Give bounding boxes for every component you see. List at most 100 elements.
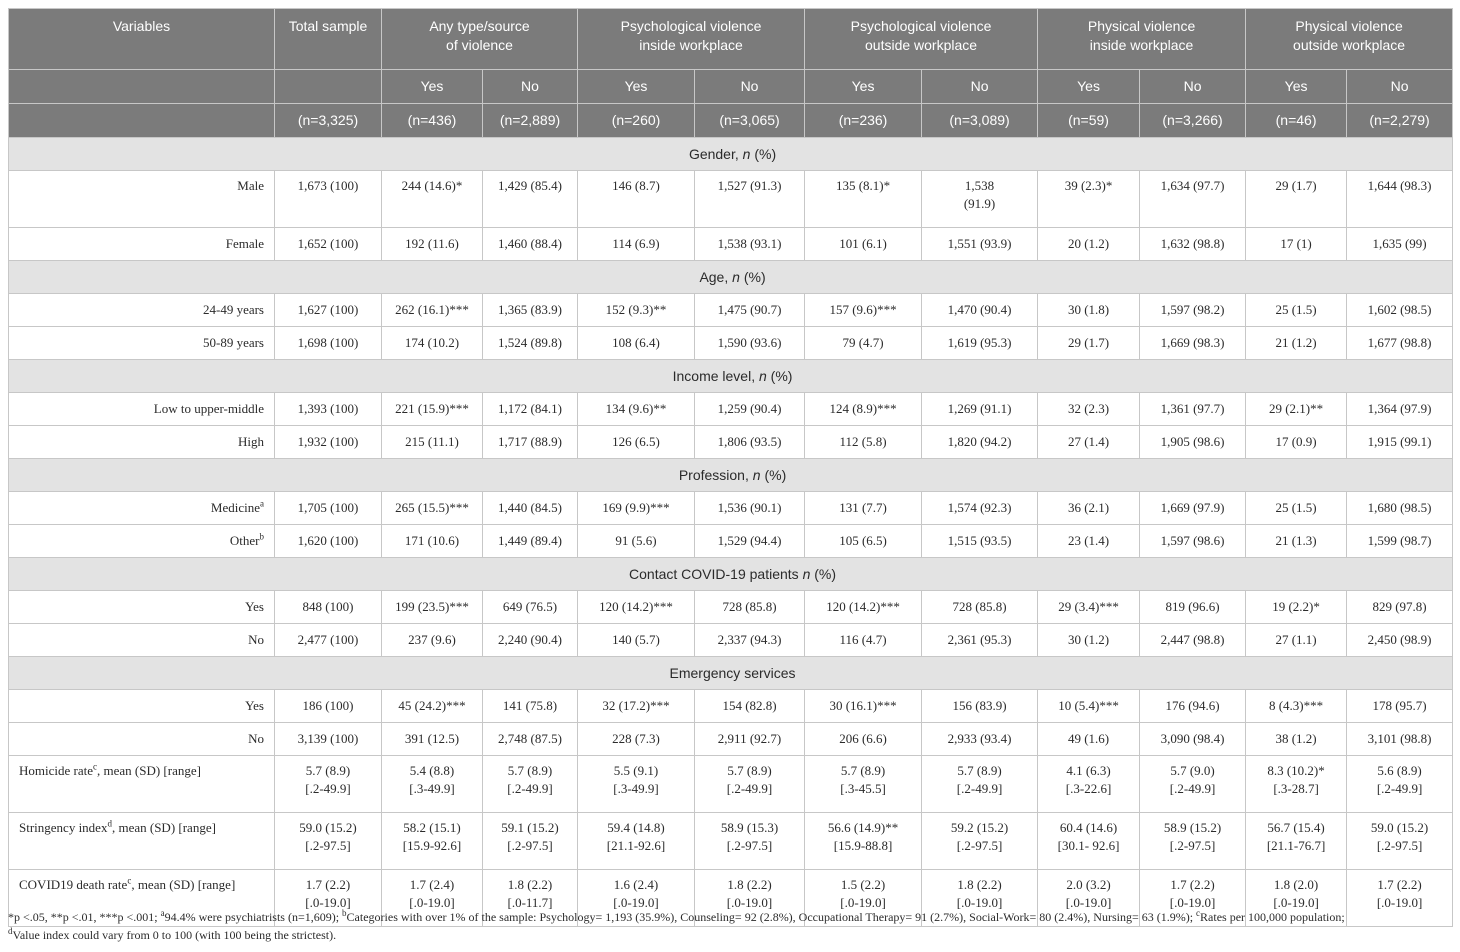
table-cell: 1,393 (100): [274, 392, 382, 426]
header-yes: Yes: [381, 69, 483, 104]
header-group-psych-inside: Psychological violence inside workplace: [577, 8, 806, 70]
row-label: Yes: [8, 590, 275, 624]
cell-mean-sd: 59.1 (15.2): [501, 820, 559, 835]
table-cell: 131 (7.7): [804, 491, 923, 525]
table-row: Medicinea 1,705 (100) 265 (15.5)*** 1,440 (…: [8, 491, 1454, 525]
table-cell: 25 (1.5): [1245, 293, 1348, 327]
table-cell: 5.4 (8.8) [.3-49.9]: [381, 755, 483, 813]
footnote-d: Value index could vary from 0 to 100 (wi…: [12, 928, 337, 942]
table-cell: 56.6 (14.9)** [15.9-88.8]: [804, 812, 923, 870]
row-label: 24-49 years: [8, 293, 275, 327]
table-cell: 1,515 (93.5): [921, 524, 1039, 558]
table-cell: 27 (1.4): [1037, 425, 1141, 459]
header-n-no: (n=3,065): [694, 103, 806, 138]
table-cell: 140 (5.7): [577, 623, 696, 657]
table-cell: 49 (1.6): [1037, 722, 1141, 756]
table-cell: 1,529 (94.4): [694, 524, 806, 558]
cell-range: [.3-49.9]: [613, 781, 659, 796]
header-group-any: Any type/source of violence: [380, 8, 579, 70]
table-cell: 2,933 (93.4): [921, 722, 1039, 756]
row-label: Homicide ratec, mean (SD) [range]: [8, 755, 275, 813]
section-header-row: Contact COVID-19 patients n (%): [7, 557, 1454, 591]
table-cell: 21 (1.3): [1245, 524, 1348, 558]
table-cell: 728 (85.8): [694, 590, 806, 624]
table-cell: 152 (9.3)**: [577, 293, 696, 327]
table-cell: 1,172 (84.1): [481, 392, 579, 426]
table-row: Yes 848 (100) 199 (23.5)*** 649 (76.5) 120 (…: [8, 590, 1454, 624]
table-cell: 186 (100): [274, 689, 382, 723]
cell-range: [15.9-92.6]: [402, 838, 462, 853]
footnote-a: 94.4% were psychiatrists (n=1,609);: [164, 910, 343, 924]
table-cell: 5.7 (9.0) [.2-49.9]: [1139, 755, 1247, 813]
header-yes: Yes: [804, 69, 923, 104]
row-label: Stringency indexd, mean (SD) [range]: [8, 812, 275, 870]
header-n-yes: (n=260): [577, 103, 696, 138]
row-label: No: [8, 623, 275, 657]
table-cell: 1,717 (88.9): [481, 425, 579, 459]
table-cell: 262 (16.1)***: [381, 293, 483, 327]
table-row-continuous: Stringency indexd, mean (SD) [range] 59.0…: [8, 812, 1454, 870]
cell-range: [.3-22.6]: [1065, 781, 1112, 796]
table-cell: 1,269 (91.1): [921, 392, 1039, 426]
table-cell: 1,551 (93.9): [921, 227, 1039, 261]
table-cell: 17 (1): [1245, 227, 1348, 261]
table-header: Variables Total sample Any type/source of…: [8, 8, 1454, 138]
table-cell: 1,698 (100): [274, 326, 382, 360]
table-cell: 124 (8.9)***: [804, 392, 923, 426]
table-cell: 1,365 (83.9): [481, 293, 579, 327]
table-cell: 5.7 (8.9) [.3-45.5]: [804, 755, 923, 813]
cell-range: [.3-28.7]: [1273, 781, 1319, 796]
header-empty: [8, 69, 275, 104]
table-cell: 2,240 (90.4): [481, 623, 579, 657]
cell-mean-sd: 60.4 (14.6): [1059, 820, 1118, 835]
table-footnote: *p <.05, **p <.01, ***p <.001; a94.4% we…: [8, 908, 1456, 944]
table-cell: 156 (83.9): [921, 689, 1039, 723]
table-cell: 2,337 (94.3): [694, 623, 806, 657]
table-cell: 59.2 (15.2) [.2-97.5]: [921, 812, 1039, 870]
cell-range: [.2-97.5]: [956, 838, 1003, 853]
table-cell: 3,090 (98.4): [1139, 722, 1247, 756]
header-n-total: (n=3,325): [274, 103, 382, 138]
table-cell: 32 (17.2)***: [577, 689, 696, 723]
header-no: No: [694, 69, 806, 104]
table-cell: 265 (15.5)***: [381, 491, 483, 525]
row-label-sup: b: [259, 531, 265, 542]
row-label: Female: [8, 227, 275, 261]
table-row: Male 1,673 (100) 244 (14.6)* 1,429 (85.4) 14…: [8, 170, 1454, 228]
header-no: No: [481, 69, 579, 104]
table-row: 50-89 years 1,698 (100) 174 (10.2) 1,524 (8…: [8, 326, 1454, 360]
cell-mean-sd: 4.1 (6.3): [1066, 763, 1111, 778]
table-cell: 45 (24.2)***: [381, 689, 483, 723]
cell-mean-sd: 5.7 (8.9): [957, 763, 1002, 778]
table-cell: 2,477 (100): [274, 623, 382, 657]
section-title: Income level, n (%): [7, 359, 1454, 393]
cell-mean-sd: 5.7 (8.9): [507, 763, 553, 778]
cell-range: [.2-97.5]: [507, 838, 553, 853]
row-label: High: [8, 425, 275, 459]
table-cell: 199 (23.5)***: [381, 590, 483, 624]
cell-mean-sd: 5.5 (9.1): [613, 763, 659, 778]
table-cell: 1,652 (100): [274, 227, 382, 261]
table-cell: 3,101 (98.8): [1346, 722, 1454, 756]
section-title-n: n: [802, 566, 811, 582]
table-cell: 8 (4.3)***: [1245, 689, 1348, 723]
table-cell: 32 (2.3): [1037, 392, 1141, 426]
header-n-yes: (n=236): [804, 103, 923, 138]
cell-mean-sd: 1.8 (2.2): [507, 877, 553, 892]
cell-range: [.2-49.9]: [507, 781, 553, 796]
table-cell: 1,597 (98.2): [1139, 293, 1247, 327]
header-total-sample: Total sample: [274, 8, 382, 70]
cell-mean-sd: 58.2 (15.1): [403, 820, 461, 835]
table-cell: 728 (85.8): [921, 590, 1039, 624]
header-n-no: (n=3,266): [1139, 103, 1247, 138]
cell-mean-sd: 1.7 (2.2): [1377, 877, 1422, 892]
cell-mean-sd: 59.0 (15.2): [299, 820, 357, 835]
header-variables: Variables: [8, 8, 275, 70]
table-cell: 5.5 (9.1) [.3-49.9]: [577, 755, 696, 813]
row-label: 50-89 years: [8, 326, 275, 360]
section-title-n: n: [742, 146, 751, 162]
cell-mean-sd: 2.0 (3.2): [1066, 877, 1111, 892]
table-cell: 1,806 (93.5): [694, 425, 806, 459]
header-group-title: Any type/source of violence: [429, 18, 530, 53]
table-cell: 237 (9.6): [381, 623, 483, 657]
